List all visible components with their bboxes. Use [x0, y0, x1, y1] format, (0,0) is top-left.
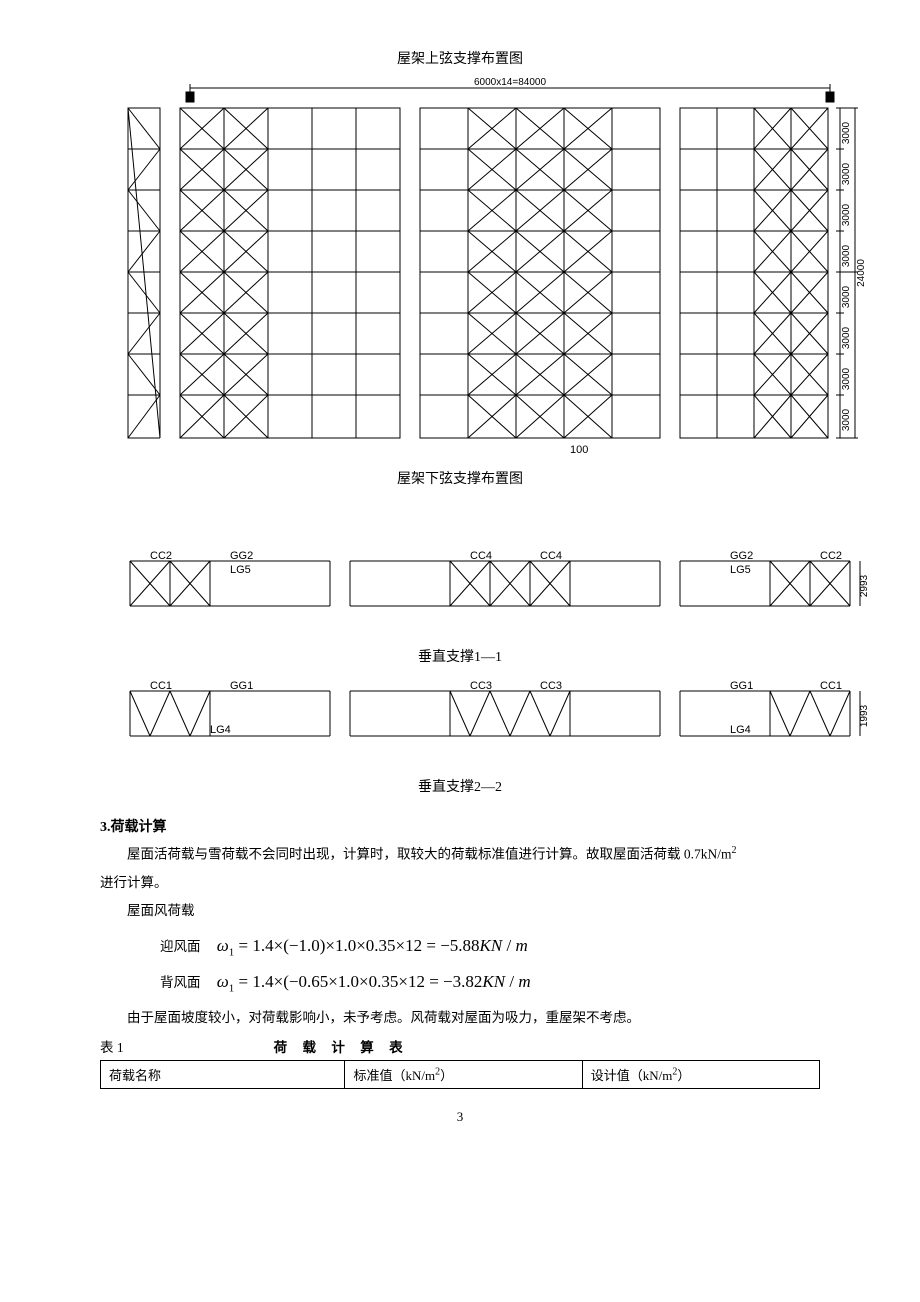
- unit-sup: 2: [732, 845, 737, 856]
- svg-text:3000: 3000: [841, 244, 852, 267]
- table-label: 表 1: [100, 1036, 124, 1056]
- svg-text:6000x14=84000: 6000x14=84000: [474, 78, 546, 88]
- para-1a: 屋面活荷载与雪荷载不会同时出现，计算时，取较大的荷载标准值进行计算。故取屋面活荷…: [127, 847, 721, 862]
- formula-1: 迎风面 ω1 = 1.4×(−1.0)×1.0×0.35×12 = −5.88K…: [160, 935, 820, 958]
- page-number: 3: [100, 1109, 820, 1125]
- vertical-brace-1: CC2 GG2 LG5 CC4 CC4 GG2 LG5 CC2: [100, 546, 820, 636]
- upper-chord-caption: 屋架上弦支撑布置图: [100, 48, 820, 68]
- svg-text:CC2: CC2: [820, 550, 842, 562]
- formula-2-label: 背风面: [160, 975, 201, 990]
- svg-text:24000: 24000: [856, 259, 867, 287]
- svg-text:2993: 2993: [859, 574, 870, 597]
- section-3-title: 3.荷载计算: [100, 816, 820, 836]
- vertical-brace-2: CC1 GG1 LG4 CC3 CC3 GG1 CC1 LG4 19: [100, 676, 820, 766]
- para-1: 屋面活荷载与雪荷载不会同时出现，计算时，取较大的荷载标准值进行计算。故取屋面活荷…: [100, 842, 820, 867]
- svg-text:CC3: CC3: [470, 680, 492, 692]
- lower-chord-diagram: 6000x14=84000: [100, 78, 820, 458]
- svg-text:CC4: CC4: [470, 550, 492, 562]
- formula-1-label: 迎风面: [160, 939, 201, 954]
- svg-text:CC4: CC4: [540, 550, 562, 562]
- svg-text:LG4: LG4: [210, 724, 231, 736]
- svg-text:LG5: LG5: [230, 564, 251, 576]
- svg-text:GG2: GG2: [230, 550, 253, 562]
- para-1b: 进行计算。: [100, 871, 820, 895]
- svg-text:CC2: CC2: [150, 550, 172, 562]
- th-std: 标准值（kN/m2）: [345, 1061, 582, 1089]
- unit-m: m: [721, 847, 732, 862]
- para-2: 屋面风荷载: [100, 899, 820, 923]
- vertical-brace-1-caption: 垂直支撑1—1: [100, 646, 820, 666]
- svg-text:3000: 3000: [841, 326, 852, 349]
- table-title-row: 表 1 荷 载 计 算 表: [100, 1036, 820, 1056]
- svg-text:LG5: LG5: [730, 564, 751, 576]
- svg-text:GG1: GG1: [230, 680, 253, 692]
- svg-text:3000: 3000: [841, 203, 852, 226]
- table-title: 荷 载 计 算 表: [274, 1036, 409, 1056]
- svg-text:GG1: GG1: [730, 680, 753, 692]
- vertical-brace-2-caption: 垂直支撑2—2: [100, 776, 820, 796]
- svg-text:GG2: GG2: [730, 550, 753, 562]
- svg-text:3000: 3000: [841, 121, 852, 144]
- svg-text:LG4: LG4: [730, 724, 751, 736]
- formula-2: 背风面 ω1 = 1.4×(−0.65×1.0×0.35×12 = −3.82K…: [160, 971, 820, 994]
- table-row: 荷载名称 标准值（kN/m2） 设计值（kN/m2）: [101, 1061, 820, 1089]
- svg-text:3000: 3000: [841, 285, 852, 308]
- svg-text:CC3: CC3: [540, 680, 562, 692]
- svg-text:1993: 1993: [859, 704, 870, 727]
- th-design: 设计值（kN/m2）: [582, 1061, 819, 1089]
- svg-text:3000: 3000: [841, 367, 852, 390]
- lower-chord-caption: 屋架下弦支撑布置图: [100, 468, 820, 488]
- para-3: 由于屋面坡度较小，对荷载影响小，未予考虑。风荷载对屋面为吸力，重屋架不考虑。: [100, 1006, 820, 1030]
- svg-text:3000: 3000: [841, 408, 852, 431]
- load-table: 荷载名称 标准值（kN/m2） 设计值（kN/m2）: [100, 1060, 820, 1089]
- th-name: 荷载名称: [101, 1061, 345, 1089]
- svg-text:100: 100: [570, 444, 588, 456]
- svg-text:3000: 3000: [841, 162, 852, 185]
- svg-text:CC1: CC1: [820, 680, 842, 692]
- svg-text:CC1: CC1: [150, 680, 172, 692]
